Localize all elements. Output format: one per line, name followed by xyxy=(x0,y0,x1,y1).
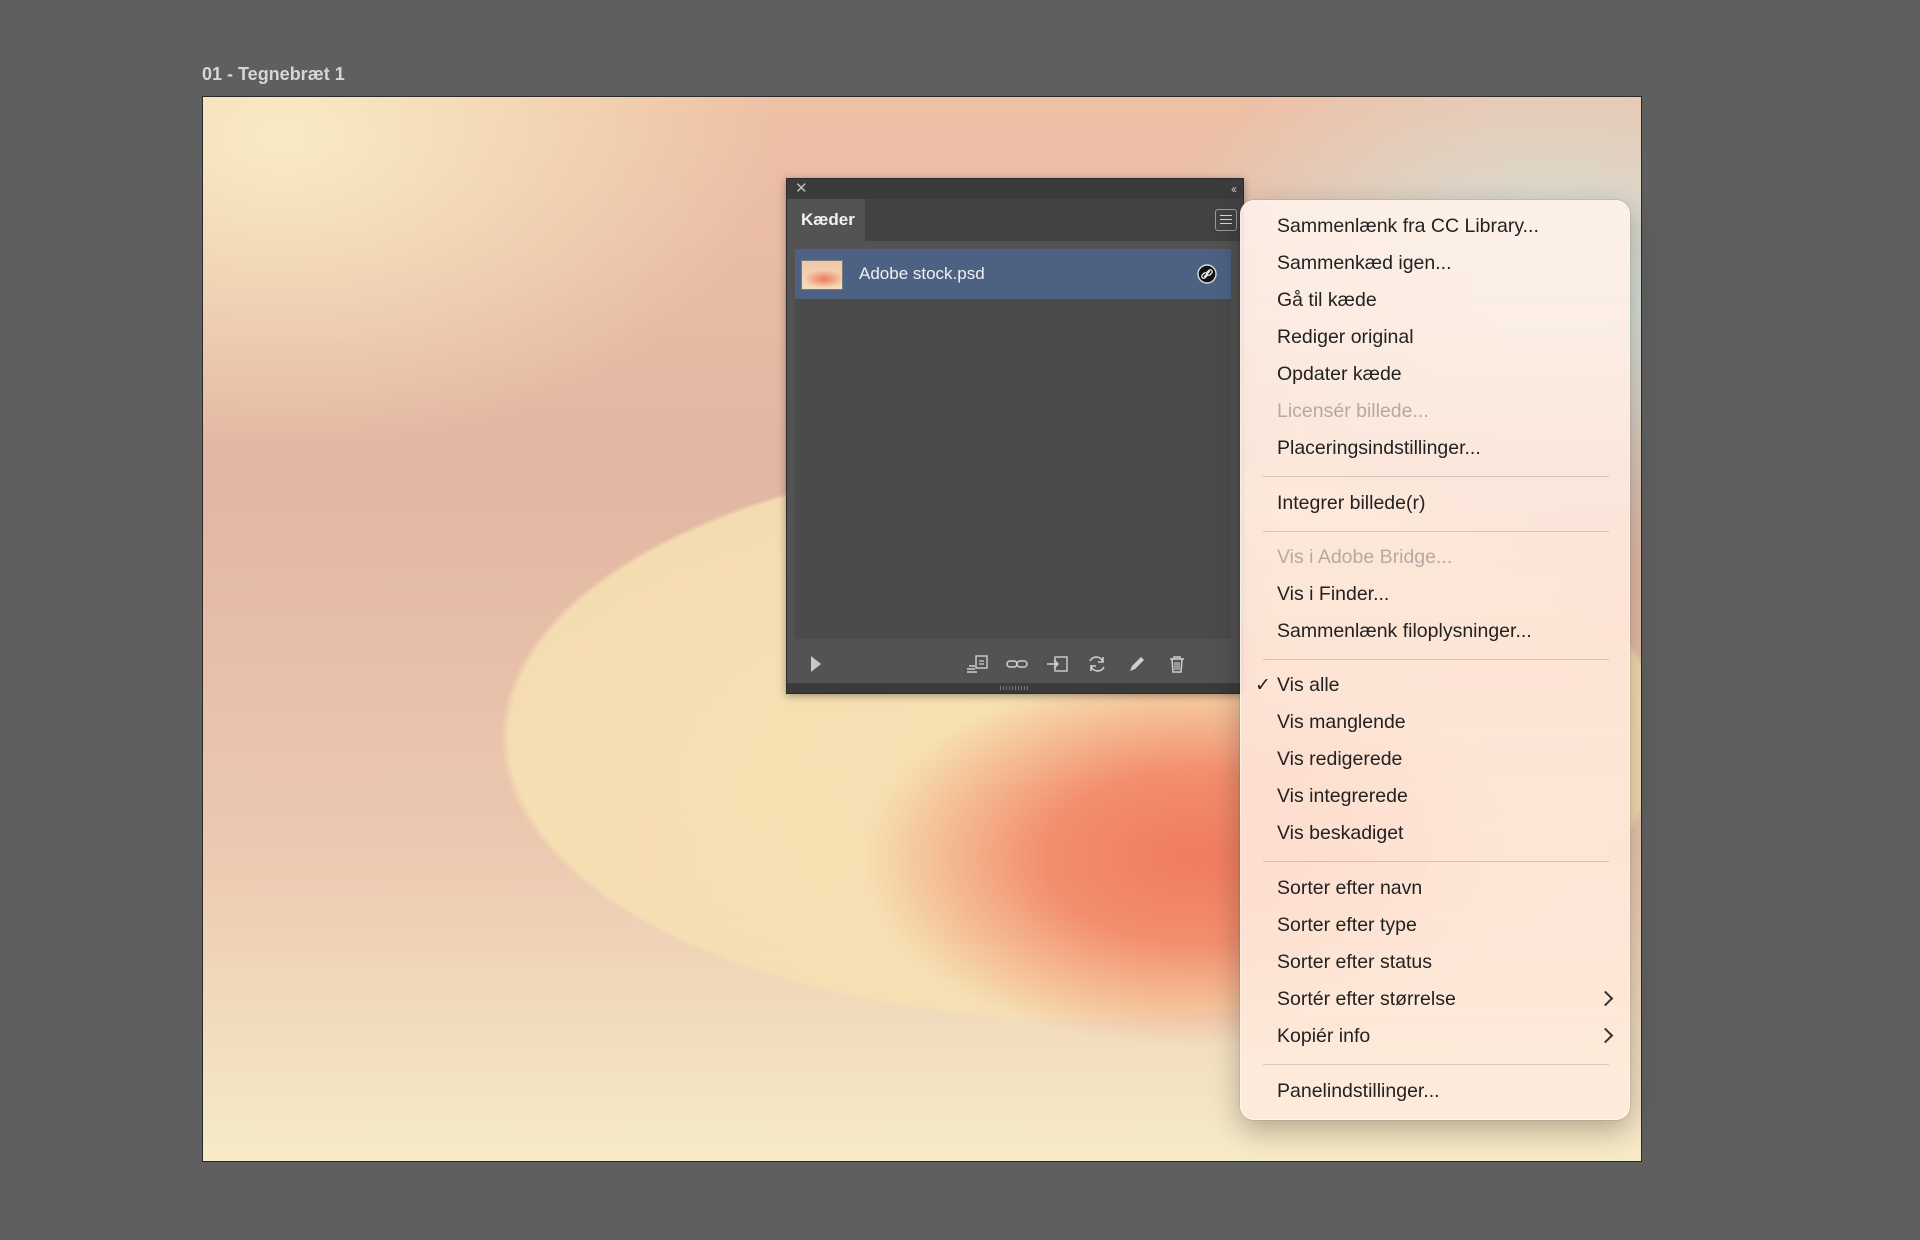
menu-item-label: Vis i Finder... xyxy=(1277,583,1390,605)
relink-icon[interactable] xyxy=(1005,654,1029,674)
menu-item-label: Sorter efter status xyxy=(1277,951,1432,973)
links-panel-context-menu: Sammenlænk fra CC Library... Sammenkæd i… xyxy=(1240,200,1630,1120)
menu-item-label: Vis beskadiget xyxy=(1277,822,1404,844)
links-list: Adobe stock.psd xyxy=(795,249,1231,639)
panel-title-bar[interactable]: ✕ ‹‹ xyxy=(787,179,1243,199)
menu-item-label: Vis i Adobe Bridge... xyxy=(1277,546,1453,568)
menu-item-embed-images[interactable]: Integrer billede(r) xyxy=(1241,485,1629,522)
menu-separator xyxy=(1263,861,1609,862)
menu-item-edit-original[interactable]: Rediger original xyxy=(1241,319,1629,356)
menu-item-license-image: Licensér billede... xyxy=(1241,393,1629,430)
edit-original-icon[interactable] xyxy=(1125,654,1149,674)
menu-item-label: Panelindstillinger... xyxy=(1277,1080,1440,1102)
menu-item-show-all[interactable]: ✓ Vis alle xyxy=(1241,667,1629,704)
checkmark-icon: ✓ xyxy=(1255,675,1271,696)
chevron-right-icon xyxy=(1597,990,1614,1007)
menu-item-sort-by-status[interactable]: Sorter efter status xyxy=(1241,944,1629,981)
menu-item-label: Sammenlænk filoplysninger... xyxy=(1277,620,1532,642)
panel-tab-bar: Kæder xyxy=(787,199,1243,241)
go-to-link-icon[interactable] xyxy=(1045,654,1069,674)
menu-item-label: Sammenlænk fra CC Library... xyxy=(1277,215,1539,237)
menu-item-copy-info[interactable]: Kopiér info xyxy=(1241,1018,1629,1055)
menu-item-label: Sorter efter type xyxy=(1277,914,1417,936)
artboard-label: 01 - Tegnebræt 1 xyxy=(202,64,345,84)
relink-from-cc-library-icon[interactable] xyxy=(965,654,989,674)
menu-item-label: Sortér efter størrelse xyxy=(1277,988,1456,1010)
menu-item-label: Vis alle xyxy=(1277,674,1340,696)
trash-icon[interactable] xyxy=(1165,654,1189,674)
menu-item-label: Integrer billede(r) xyxy=(1277,492,1426,514)
menu-item-label: Opdater kæde xyxy=(1277,363,1402,385)
menu-item-label: Rediger original xyxy=(1277,326,1414,348)
menu-item-label: Placeringsindstillinger... xyxy=(1277,437,1481,459)
collapse-icon[interactable]: ‹‹ xyxy=(1231,180,1237,198)
show-details-icon[interactable] xyxy=(811,656,821,672)
menu-item-panel-options[interactable]: Panelindstillinger... xyxy=(1241,1073,1629,1110)
menu-item-show-modified[interactable]: Vis redigerede xyxy=(1241,741,1629,778)
menu-item-label: Vis redigerede xyxy=(1277,748,1403,770)
link-row[interactable]: Adobe stock.psd xyxy=(795,249,1231,299)
panel-toolbar xyxy=(787,647,1243,681)
chain-link-icon xyxy=(1197,264,1217,284)
menu-item-show-missing[interactable]: Vis manglende xyxy=(1241,704,1629,741)
menu-separator xyxy=(1263,531,1609,532)
menu-item-sort-by-size[interactable]: Sortér efter størrelse xyxy=(1241,981,1629,1018)
update-link-icon[interactable] xyxy=(1085,654,1109,674)
menu-item-link-file-info[interactable]: Sammenlænk filoplysninger... xyxy=(1241,613,1629,650)
tab-links[interactable]: Kæder xyxy=(787,199,865,241)
menu-item-label: Vis manglende xyxy=(1277,711,1406,733)
panel-menu-icon[interactable] xyxy=(1215,209,1237,231)
menu-item-label: Licensér billede... xyxy=(1277,400,1429,422)
menu-separator xyxy=(1263,659,1609,660)
menu-item-label: Gå til kæde xyxy=(1277,289,1377,311)
menu-item-relink-from-cc-library[interactable]: Sammenlænk fra CC Library... xyxy=(1241,208,1629,245)
menu-item-sort-by-name[interactable]: Sorter efter navn xyxy=(1241,870,1629,907)
chevron-right-icon xyxy=(1597,1027,1614,1044)
link-thumbnail xyxy=(801,260,843,290)
menu-separator xyxy=(1263,476,1609,477)
menu-item-go-to-link[interactable]: Gå til kæde xyxy=(1241,282,1629,319)
menu-item-label: Sammenkæd igen... xyxy=(1277,252,1452,274)
links-panel: ✕ ‹‹ Kæder Adobe stock.psd xyxy=(786,178,1244,694)
menu-item-placement-options[interactable]: Placeringsindstillinger... xyxy=(1241,430,1629,467)
menu-separator xyxy=(1263,1064,1609,1065)
panel-resize-grip[interactable] xyxy=(787,683,1243,693)
menu-item-sort-by-type[interactable]: Sorter efter type xyxy=(1241,907,1629,944)
menu-item-update-link[interactable]: Opdater kæde xyxy=(1241,356,1629,393)
menu-item-show-embedded[interactable]: Vis integrerede xyxy=(1241,778,1629,815)
menu-item-reveal-in-finder[interactable]: Vis i Finder... xyxy=(1241,576,1629,613)
close-icon[interactable]: ✕ xyxy=(795,180,808,198)
menu-item-label: Vis integrerede xyxy=(1277,785,1408,807)
menu-item-reveal-in-bridge: Vis i Adobe Bridge... xyxy=(1241,539,1629,576)
menu-item-show-corrupted[interactable]: Vis beskadiget xyxy=(1241,815,1629,852)
menu-item-relink[interactable]: Sammenkæd igen... xyxy=(1241,245,1629,282)
link-file-name: Adobe stock.psd xyxy=(859,264,985,283)
menu-item-label: Kopiér info xyxy=(1277,1025,1371,1047)
menu-item-label: Sorter efter navn xyxy=(1277,877,1423,899)
